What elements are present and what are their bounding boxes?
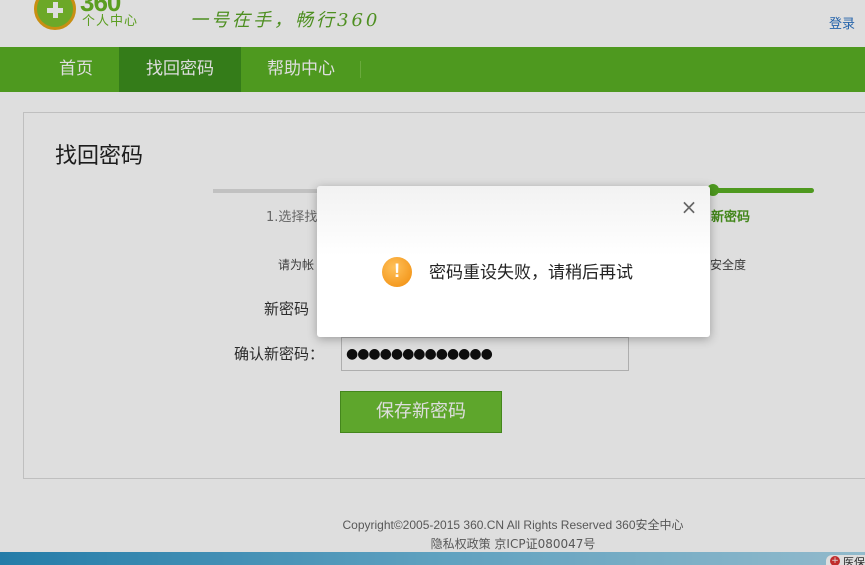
- close-icon[interactable]: ×: [679, 196, 699, 218]
- warning-icon: !: [382, 257, 412, 287]
- error-dialog: × ! 密码重设失败，请稍后再试: [317, 186, 710, 337]
- dialog-message: 密码重设失败，请稍后再试: [429, 263, 633, 283]
